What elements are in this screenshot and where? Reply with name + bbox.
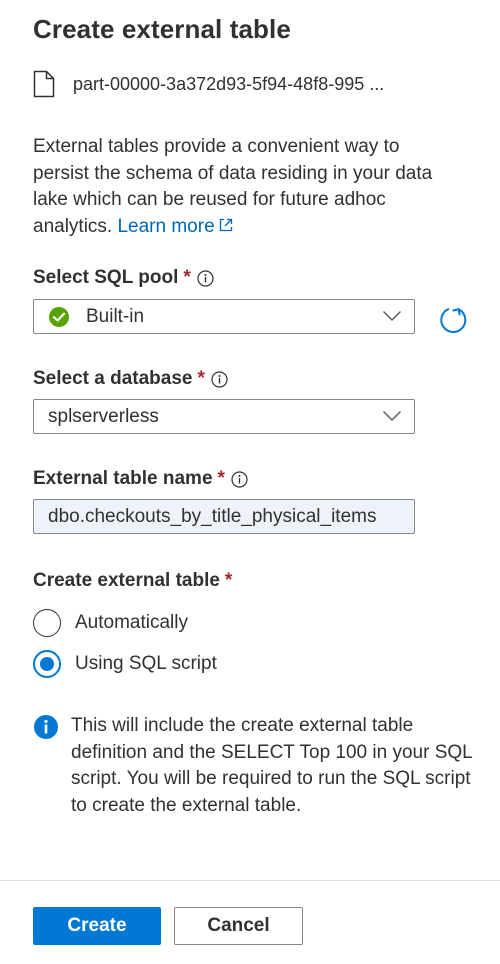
file-name: part-00000-3a372d93-5f94-48f8-995 ... — [73, 73, 385, 94]
info-icon[interactable] — [231, 470, 248, 488]
panel-title: Create external table — [33, 14, 291, 44]
radio-button[interactable] — [33, 650, 61, 678]
required-marker: * — [183, 267, 191, 288]
info-icon[interactable] — [197, 269, 214, 287]
sql-pool-dropdown[interactable]: Built-in — [33, 299, 415, 334]
table-name-label-text: External table name — [33, 468, 213, 489]
sql-pool-label: Select SQL pool * — [33, 265, 214, 291]
database-dropdown[interactable]: splserverless — [33, 399, 415, 434]
radio-label: Automatically — [75, 612, 188, 633]
radio-label: Using SQL script — [75, 653, 217, 674]
file-icon — [33, 70, 55, 98]
info-icon — [34, 715, 58, 739]
database-value: splserverless — [48, 405, 159, 427]
info-icon[interactable] — [211, 370, 228, 388]
file-row: part-00000-3a372d93-5f94-48f8-995 ... — [33, 66, 384, 102]
sql-pool-label-text: Select SQL pool — [33, 267, 179, 288]
radio-using-sql-script[interactable]: Using SQL script — [33, 649, 217, 679]
radio-automatically[interactable]: Automatically — [33, 608, 188, 638]
check-circle-icon — [48, 306, 70, 328]
create-mode-label: Create external table * — [33, 568, 232, 594]
chevron-down-icon — [382, 410, 402, 422]
sql-pool-value: Built-in — [86, 305, 145, 327]
chevron-down-icon — [382, 310, 402, 322]
required-marker: * — [217, 468, 225, 489]
database-label-text: Select a database — [33, 368, 193, 389]
external-link-icon — [219, 218, 232, 231]
footer-divider — [0, 880, 500, 881]
required-marker: * — [197, 368, 205, 389]
create-mode-label-text: Create external table — [33, 570, 220, 591]
cancel-button[interactable]: Cancel — [174, 907, 303, 945]
table-name-input[interactable] — [33, 499, 415, 534]
learn-more-label: Learn more — [117, 215, 215, 237]
info-text: This will include the create external ta… — [71, 715, 473, 816]
radio-button[interactable] — [33, 609, 61, 637]
description: External tables provide a convenient way… — [33, 134, 453, 240]
database-label: Select a database * — [33, 366, 228, 392]
learn-more-link[interactable]: Learn more — [117, 216, 233, 237]
create-button[interactable]: Create — [33, 907, 161, 945]
info-message: This will include the create external ta… — [33, 713, 473, 819]
required-marker: * — [224, 570, 233, 591]
refresh-icon[interactable] — [438, 304, 470, 336]
table-name-label: External table name * — [33, 466, 248, 492]
